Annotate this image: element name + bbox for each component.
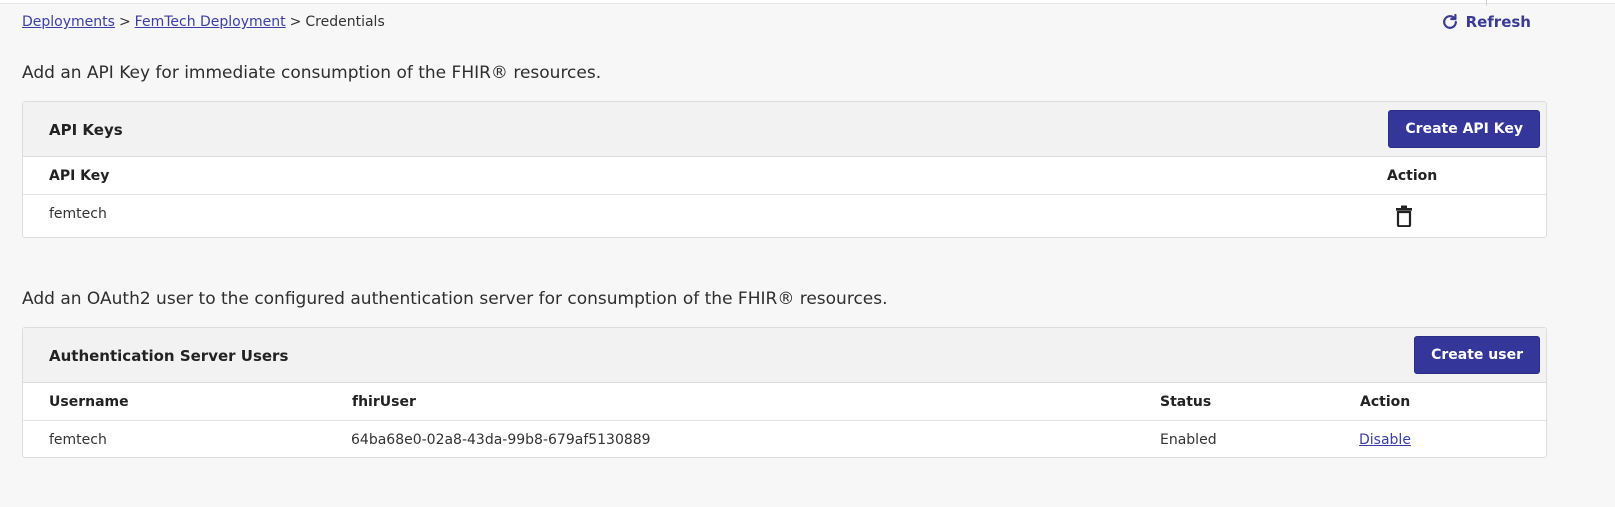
fhiruser-value: 64ba68e0-02a8-43da-99b8-679af5130889: [351, 432, 651, 448]
create-user-button[interactable]: Create user: [1414, 336, 1540, 374]
auth-users-header: Authentication Server Users Create user: [23, 328, 1546, 383]
top-border: [0, 0, 1615, 4]
api-keys-title: API Keys: [49, 121, 123, 139]
breadcrumb: Deployments > FemTech Deployment > Credentia…: [22, 13, 385, 31]
column-header-action: Action: [1360, 394, 1411, 410]
api-keys-table-header: API Key Action: [23, 157, 1546, 195]
column-header-username: Username: [49, 394, 129, 410]
create-api-key-button[interactable]: Create API Key: [1388, 110, 1540, 148]
breadcrumb-femtech-deployment-link[interactable]: FemTech Deployment: [135, 14, 286, 30]
column-header-api-key: API Key: [49, 168, 110, 184]
column-header-action: Action: [1387, 168, 1438, 184]
breadcrumb-separator: >: [118, 14, 131, 30]
api-keys-intro: Add an API Key for immediate consumption…: [22, 63, 602, 83]
column-header-fhiruser: fhirUser: [352, 394, 416, 410]
table-row: femtech: [23, 195, 1546, 233]
refresh-icon: [1442, 13, 1457, 29]
refresh-label: Refresh: [1465, 13, 1531, 31]
auth-users-title: Authentication Server Users: [49, 347, 289, 365]
breadcrumb-deployments-link[interactable]: Deployments: [22, 14, 115, 30]
auth-users-intro: Add an OAuth2 user to the configured aut…: [22, 289, 888, 309]
breadcrumb-separator: >: [289, 14, 302, 30]
breadcrumb-current: Credentials: [305, 14, 385, 30]
api-key-value: femtech: [49, 206, 107, 222]
auth-users-table-header: Username fhirUser Status Action: [23, 383, 1546, 421]
trash-icon[interactable]: [1394, 205, 1414, 227]
refresh-button[interactable]: Refresh: [1440, 12, 1531, 32]
divider: [1486, 0, 1487, 6]
table-row: femtech 64ba68e0-02a8-43da-99b8-679af513…: [23, 421, 1546, 459]
username-value: femtech: [49, 432, 107, 448]
column-header-status: Status: [1160, 394, 1212, 410]
api-keys-header: API Keys Create API Key: [23, 102, 1546, 157]
disable-user-link[interactable]: Disable: [1359, 432, 1411, 448]
api-keys-card: API Keys Create API Key API Key Action f…: [22, 101, 1547, 238]
auth-users-card: Authentication Server Users Create user …: [22, 327, 1547, 458]
status-value: Enabled: [1160, 432, 1217, 448]
